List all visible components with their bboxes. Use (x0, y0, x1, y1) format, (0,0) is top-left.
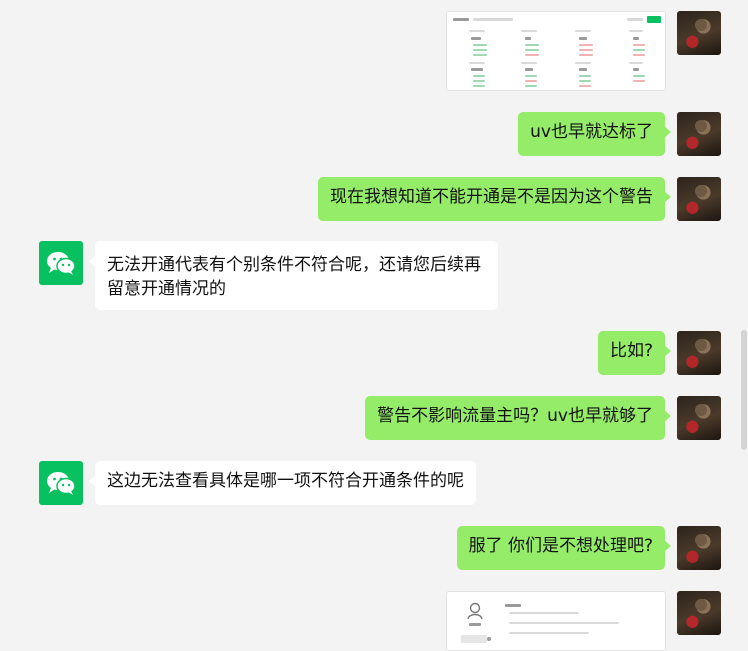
image-message-stats[interactable] (446, 11, 666, 91)
bot-message-bubble[interactable]: 无法开通代表有个别条件不符合呢，还请您后续再留意开通情况的 (89, 241, 498, 310)
my-message-bubble[interactable]: 现在我想知道不能开通是不是因为这个警告 (318, 177, 671, 221)
image-message-profile[interactable] (446, 591, 666, 651)
my-message-bubble[interactable]: 警告不影响流量主吗？uv也早就够了 (365, 396, 671, 440)
user-outline-icon (467, 602, 483, 620)
user-avatar[interactable] (677, 396, 721, 440)
user-avatar[interactable] (677, 112, 721, 156)
scrollbar[interactable] (740, 0, 748, 644)
scrollbar-thumb[interactable] (741, 330, 747, 450)
wechat-icon (39, 241, 83, 285)
user-avatar[interactable] (677, 591, 721, 635)
my-message-bubble[interactable]: uv也早就达标了 (518, 112, 671, 156)
bot-message-bubble[interactable]: 这边无法查看具体是哪一项不符合开通条件的呢 (89, 461, 476, 505)
user-avatar[interactable] (677, 177, 721, 221)
user-avatar[interactable] (677, 331, 721, 375)
user-avatar[interactable] (677, 526, 721, 570)
my-message-bubble[interactable]: 服了 你们是不想处理吧? (456, 526, 672, 570)
my-message-bubble[interactable]: 比如? (597, 331, 672, 375)
user-avatar[interactable] (677, 11, 721, 55)
wechat-icon (39, 461, 83, 505)
